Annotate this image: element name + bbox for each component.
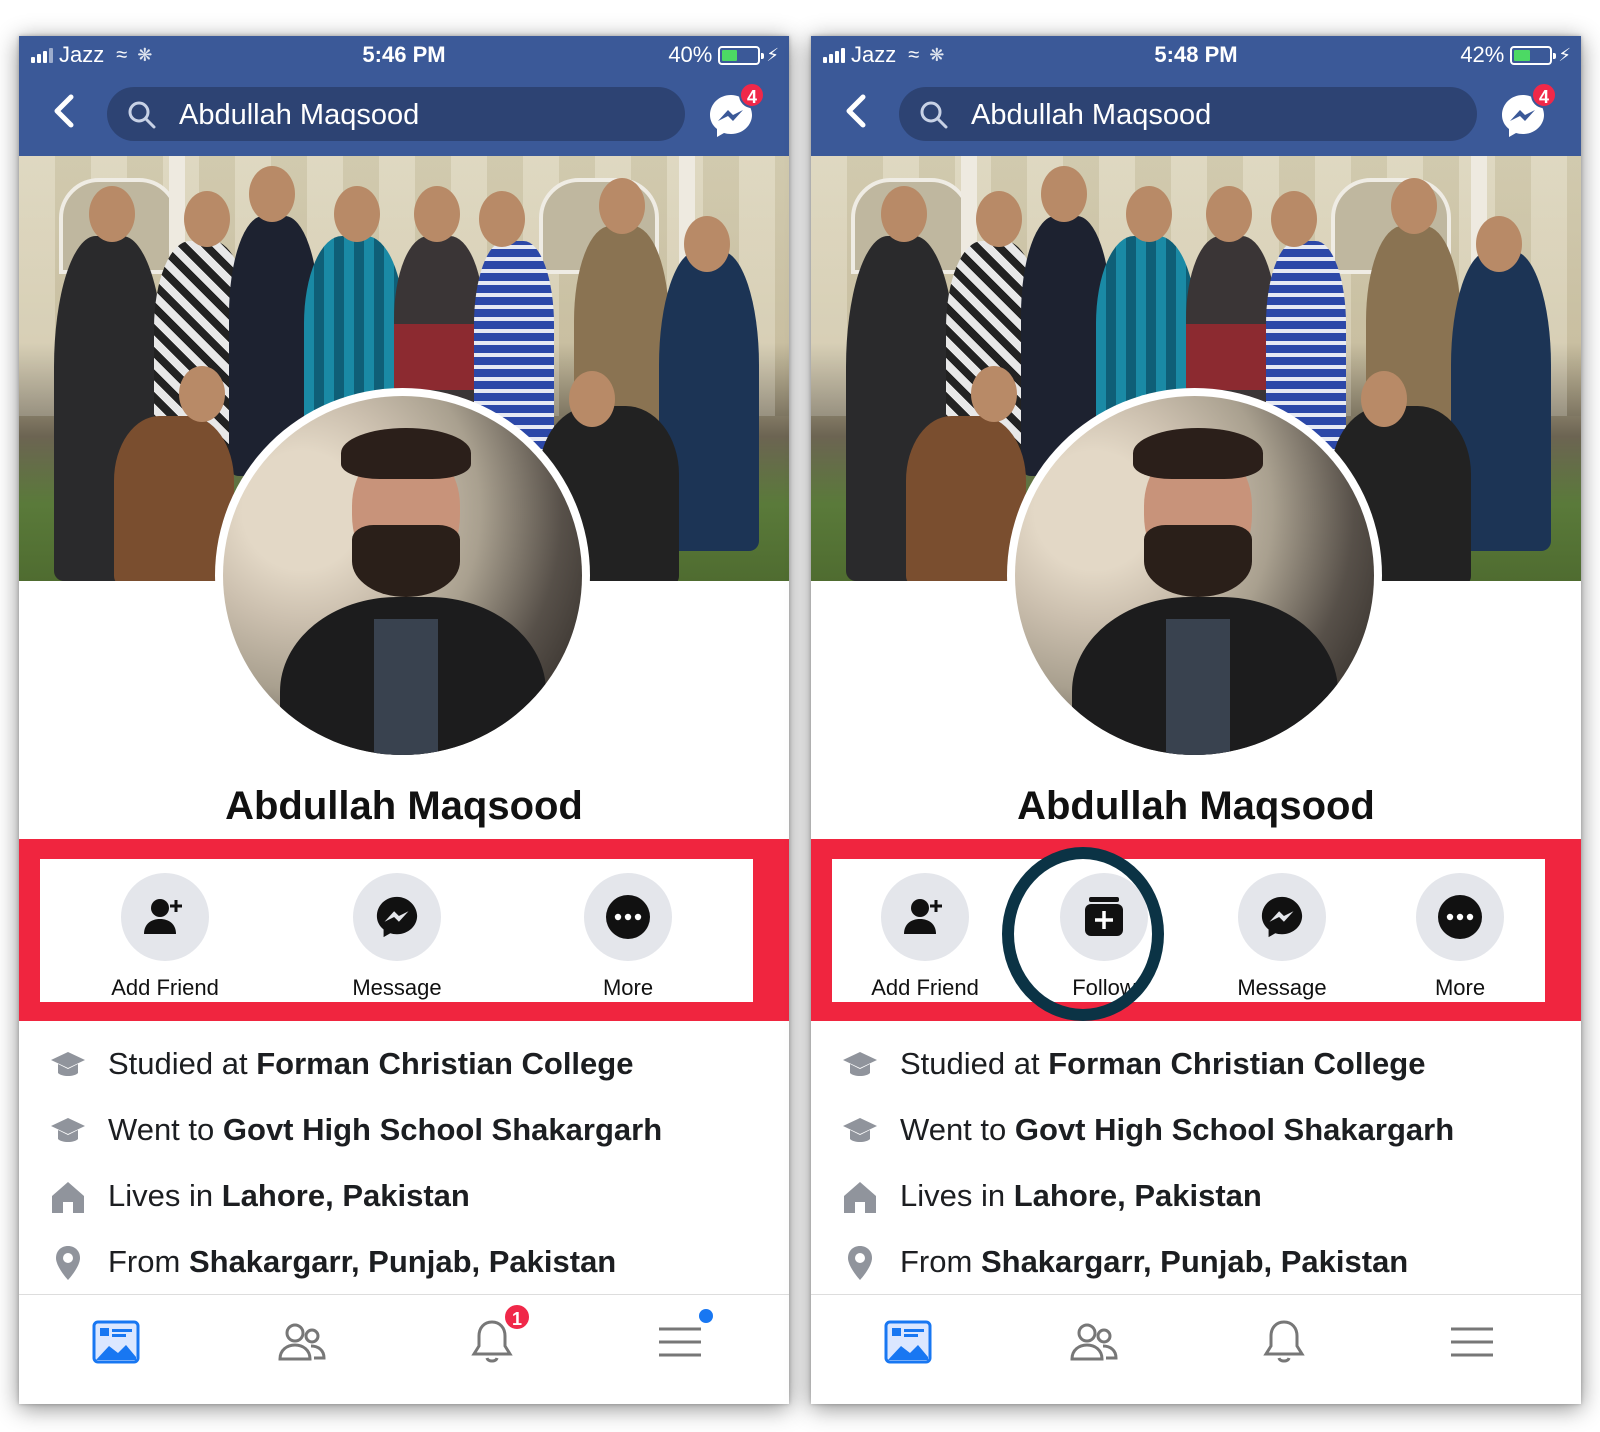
screen-after: Jazz ≈ ❋ 5:48 PM 42% ⚡ Abdullah Maqsood … xyxy=(811,36,1581,1404)
more-dots-icon xyxy=(606,895,650,939)
more-button[interactable]: More xyxy=(558,873,698,1001)
message-label: Message xyxy=(1237,975,1327,1000)
message-button[interactable]: Message xyxy=(327,873,467,1001)
search-field[interactable]: Abdullah Maqsood xyxy=(107,87,685,141)
location-pin-icon xyxy=(56,1246,80,1280)
tab-friends[interactable] xyxy=(277,1317,327,1367)
search-field[interactable]: Abdullah Maqsood xyxy=(899,87,1477,141)
message-button[interactable]: Message xyxy=(1212,873,1352,1001)
add-friend-label: Add Friend xyxy=(871,975,979,1000)
tab-news-feed[interactable] xyxy=(883,1317,933,1367)
messenger-badge: 4 xyxy=(739,82,765,108)
status-bar: Jazz ≈ ❋ 5:46 PM 40% ⚡ xyxy=(19,36,789,74)
action-row: Add Friend Follow Message More xyxy=(832,859,1545,1002)
search-query: Abdullah Maqsood xyxy=(971,99,1212,131)
profile-picture[interactable] xyxy=(1007,388,1382,763)
battery-icon xyxy=(1510,45,1557,65)
profile-name: Abdullah Maqsood xyxy=(1017,784,1375,828)
menu-icon xyxy=(659,1327,701,1357)
messenger-icon xyxy=(1261,896,1303,938)
location-pin-icon xyxy=(848,1246,872,1280)
tab-notifications[interactable]: 1 xyxy=(467,1303,531,1367)
tab-news-feed[interactable] xyxy=(91,1317,141,1367)
more-label: More xyxy=(1434,975,1486,1000)
more-button[interactable]: More xyxy=(1390,873,1530,1001)
top-bar: Jazz ≈ ❋ 5:46 PM 40% ⚡ Abdullah Maqsood … xyxy=(19,36,789,156)
add-friend-icon xyxy=(144,899,182,934)
add-friend-icon xyxy=(904,899,942,934)
tab-friends[interactable] xyxy=(1069,1317,1119,1367)
graduation-cap-icon xyxy=(51,1118,85,1142)
tab-menu[interactable] xyxy=(655,1309,713,1367)
graduation-cap-icon xyxy=(843,1052,877,1076)
intro-item-hometown: From Shakargarr, Punjab, Pakistan xyxy=(811,1236,1581,1286)
news-feed-icon xyxy=(884,1320,932,1364)
intro-item-residence: Lives in Lahore, Pakistan xyxy=(19,1170,789,1220)
intro-item-school: Went to Govt High School Shakargarh xyxy=(19,1104,789,1154)
intro-item-education: Studied at Forman Christian College xyxy=(811,1038,1581,1088)
battery-icon xyxy=(718,45,765,65)
intro-item-school: Went to Govt High School Shakargarh xyxy=(811,1104,1581,1154)
graduation-cap-icon xyxy=(843,1118,877,1142)
tab-menu[interactable] xyxy=(1447,1317,1497,1367)
charging-icon: ⚡ xyxy=(766,44,779,65)
intro-item-residence: Lives in Lahore, Pakistan xyxy=(811,1170,1581,1220)
home-icon xyxy=(52,1182,84,1213)
action-row: Add Friend Message More xyxy=(40,859,753,1002)
bell-icon xyxy=(1263,1320,1305,1363)
battery-percent: 40% xyxy=(668,42,713,67)
news-feed-icon xyxy=(92,1320,140,1364)
add-friend-label: Add Friend xyxy=(111,975,219,1000)
back-chevron-icon[interactable] xyxy=(49,91,79,131)
home-icon xyxy=(844,1182,876,1213)
menu-new-dot xyxy=(699,1309,713,1323)
add-friend-button[interactable]: Add Friend xyxy=(95,873,235,1001)
back-chevron-icon[interactable] xyxy=(841,91,871,131)
tab-notifications[interactable] xyxy=(1259,1317,1309,1367)
message-label: Message xyxy=(352,975,442,1000)
messenger-badge: 4 xyxy=(1531,82,1557,108)
action-highlight-box: Add Friend Message More xyxy=(19,839,789,1021)
tab-bar xyxy=(811,1294,1581,1404)
tab-bar: 1 xyxy=(19,1294,789,1404)
messenger-button[interactable]: 4 xyxy=(1499,82,1557,140)
messenger-button[interactable]: 4 xyxy=(707,82,765,140)
more-dots-icon xyxy=(1438,895,1482,939)
friends-icon xyxy=(278,1323,326,1361)
friends-icon xyxy=(1070,1323,1118,1361)
charging-icon: ⚡ xyxy=(1558,44,1571,65)
top-bar: Jazz ≈ ❋ 5:48 PM 42% ⚡ Abdullah Maqsood … xyxy=(811,36,1581,156)
screen-before: Jazz ≈ ❋ 5:46 PM 40% ⚡ Abdullah Maqsood … xyxy=(19,36,789,1404)
profile-name: Abdullah Maqsood xyxy=(225,784,583,828)
more-label: More xyxy=(602,975,654,1000)
messenger-icon xyxy=(376,896,418,938)
search-icon xyxy=(920,101,948,129)
graduation-cap-icon xyxy=(51,1052,85,1076)
add-friend-button[interactable]: Add Friend xyxy=(855,873,995,1001)
action-highlight-box: Add Friend Follow Message More xyxy=(811,839,1581,1021)
search-icon xyxy=(128,101,156,129)
intro-item-hometown: From Shakargarr, Punjab, Pakistan xyxy=(19,1236,789,1286)
follow-highlight-circle xyxy=(1002,847,1164,1021)
menu-icon xyxy=(1451,1327,1493,1357)
status-bar: Jazz ≈ ❋ 5:48 PM 42% ⚡ xyxy=(811,36,1581,74)
search-query: Abdullah Maqsood xyxy=(179,99,420,131)
intro-item-education: Studied at Forman Christian College xyxy=(19,1038,789,1088)
battery-percent: 42% xyxy=(1460,42,1505,67)
profile-picture[interactable] xyxy=(215,388,590,763)
notification-badge: 1 xyxy=(503,1303,531,1331)
